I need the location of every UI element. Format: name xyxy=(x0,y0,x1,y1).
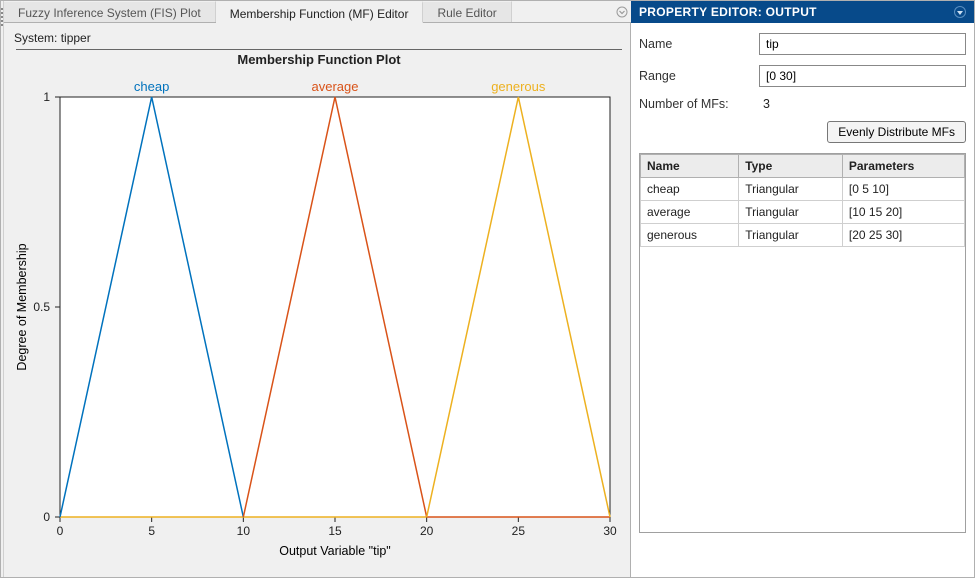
property-editor-panel: PROPERTY EDITOR: OUTPUT Name Range Numbe… xyxy=(631,1,974,577)
evenly-distribute-button[interactable]: Evenly Distribute MFs xyxy=(827,121,966,143)
tab-rule-editor[interactable]: Rule Editor xyxy=(423,1,511,22)
x-tick-6: 30 xyxy=(603,524,617,538)
mf-cell-name[interactable]: cheap xyxy=(641,178,739,201)
table-row[interactable]: cheap Triangular [0 5 10] xyxy=(641,178,965,201)
x-tick-1: 5 xyxy=(148,524,155,538)
mf-label-average: average xyxy=(312,79,359,94)
y-axis-label: Degree of Membership xyxy=(15,243,29,370)
plot-area: Membership Function Plot cheap average g… xyxy=(12,49,626,569)
system-info-row: System: tipper xyxy=(4,23,634,49)
x-tick-2: 10 xyxy=(237,524,251,538)
system-label: System: xyxy=(14,31,57,45)
x-axis-label: Output Variable "tip" xyxy=(279,544,390,558)
range-label: Range xyxy=(639,69,759,83)
num-mfs-label: Number of MFs: xyxy=(639,97,759,111)
property-editor-body: Name Range Number of MFs: 3 Evenly Distr… xyxy=(631,23,974,543)
left-panel-inner: Fuzzy Inference System (FIS) Plot Member… xyxy=(4,1,634,577)
mf-table-header-row: Name Type Parameters xyxy=(641,155,965,178)
mf-cell-params[interactable]: [10 15 20] xyxy=(842,201,964,224)
x-axis: 0 5 10 15 20 25 30 xyxy=(57,517,617,538)
system-name: tipper xyxy=(61,31,91,45)
mf-cell-params[interactable]: [20 25 30] xyxy=(842,224,964,247)
mf-cell-type[interactable]: Triangular xyxy=(739,201,843,224)
membership-function-plot[interactable]: cheap average generous 0 0.5 1 xyxy=(12,67,626,567)
mf-table-container: Name Type Parameters cheap Triangular [0… xyxy=(639,153,966,533)
mf-th-name[interactable]: Name xyxy=(641,155,739,178)
distribute-row: Evenly Distribute MFs xyxy=(639,121,966,143)
mf-th-type[interactable]: Type xyxy=(739,155,843,178)
mf-table: Name Type Parameters cheap Triangular [0… xyxy=(640,154,965,247)
mf-cell-type[interactable]: Triangular xyxy=(739,178,843,201)
y-tick-2: 1 xyxy=(43,90,50,104)
mf-cell-params[interactable]: [0 5 10] xyxy=(842,178,964,201)
property-editor-header: PROPERTY EDITOR: OUTPUT xyxy=(631,1,974,23)
x-tick-4: 20 xyxy=(420,524,434,538)
panel-menu-icon[interactable] xyxy=(954,6,966,18)
table-row[interactable]: generous Triangular [20 25 30] xyxy=(641,224,965,247)
x-tick-5: 25 xyxy=(512,524,526,538)
x-tick-0: 0 xyxy=(57,524,64,538)
prop-row-name: Name xyxy=(639,33,966,55)
num-mfs-value: 3 xyxy=(759,97,770,111)
tab-mf-editor[interactable]: Membership Function (MF) Editor xyxy=(216,1,424,23)
mf-th-params[interactable]: Parameters xyxy=(842,155,964,178)
mf-cell-type[interactable]: Triangular xyxy=(739,224,843,247)
chevron-down-icon xyxy=(616,6,628,18)
prop-row-num-mfs: Number of MFs: 3 xyxy=(639,97,966,111)
name-field[interactable] xyxy=(759,33,966,55)
y-tick-0: 0 xyxy=(43,510,50,524)
x-tick-3: 15 xyxy=(328,524,342,538)
left-panel: Fuzzy Inference System (FIS) Plot Member… xyxy=(1,1,631,577)
mf-label-generous: generous xyxy=(491,79,546,94)
app-root: Fuzzy Inference System (FIS) Plot Member… xyxy=(0,0,975,578)
mf-cell-name[interactable]: generous xyxy=(641,224,739,247)
tab-filler xyxy=(512,1,610,22)
prop-row-range: Range xyxy=(639,65,966,87)
mf-label-cheap: cheap xyxy=(134,79,169,94)
range-field[interactable] xyxy=(759,65,966,87)
property-editor-title: PROPERTY EDITOR: OUTPUT xyxy=(639,5,817,19)
y-axis: 0 0.5 1 xyxy=(33,90,60,524)
table-row[interactable]: average Triangular [10 15 20] xyxy=(641,201,965,224)
plot-title: Membership Function Plot xyxy=(16,49,622,67)
mf-cell-name[interactable]: average xyxy=(641,201,739,224)
tab-fis-plot[interactable]: Fuzzy Inference System (FIS) Plot xyxy=(4,1,216,22)
plot-axes-box xyxy=(60,97,610,517)
tabbar: Fuzzy Inference System (FIS) Plot Member… xyxy=(4,1,634,23)
y-tick-1: 0.5 xyxy=(33,300,50,314)
name-label: Name xyxy=(639,37,759,51)
